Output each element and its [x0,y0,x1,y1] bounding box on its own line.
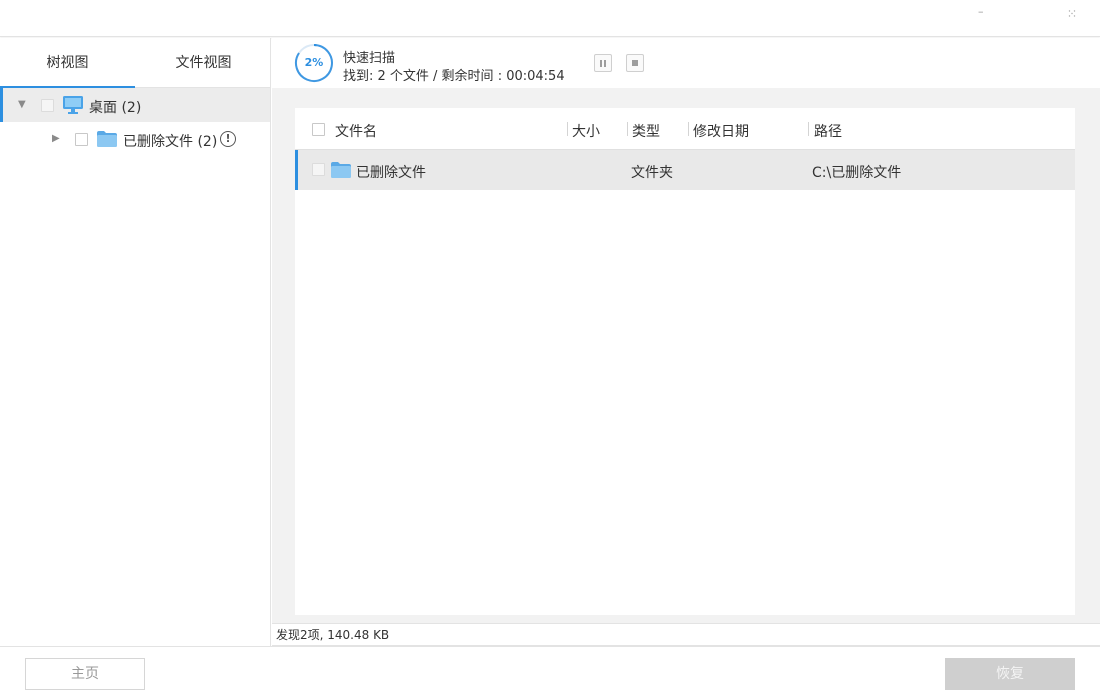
column-divider[interactable] [627,122,628,136]
status-text: 发现2项, 140.48 KB [276,628,390,642]
column-divider[interactable] [567,122,568,136]
title-bar: – [0,0,1100,37]
cell-name: 已删除文件 [356,165,426,181]
select-all-checkbox[interactable] [312,123,325,136]
column-divider[interactable] [688,122,689,136]
collapse-arrow-icon[interactable]: ▼ [18,99,26,110]
stop-icon [632,60,638,66]
column-path-header[interactable]: 路径 [814,121,842,141]
info-icon[interactable]: ! [220,131,236,147]
column-size-header[interactable]: 大小 [572,121,600,141]
pause-icon [600,60,602,67]
tree-item-deleted-files[interactable]: ▶ 已删除文件 (2) ! [0,122,270,156]
row-checkbox[interactable] [312,163,325,176]
expand-arrow-icon[interactable]: ▶ [52,133,60,144]
tree-label-deleted-files: 已删除文件 (2) [123,134,218,150]
progress-percent: 2% [304,56,324,69]
folder-icon [331,162,351,178]
column-type-header[interactable]: 类型 [632,121,660,141]
home-button[interactable]: 主页 [25,658,145,690]
close-button[interactable] [1068,9,1076,21]
close-icon [1068,10,1076,17]
file-table: 文件名 大小 类型 修改日期 路径 已删除文件 文件夹 C:\已删除文件 [295,108,1075,615]
column-date-header[interactable]: 修改日期 [693,121,749,141]
table-row[interactable]: 已删除文件 文件夹 C:\已删除文件 [295,150,1075,190]
scan-title: 快速扫描 [343,51,396,66]
table-header: 文件名 大小 类型 修改日期 路径 [295,108,1075,150]
stop-button[interactable] [626,54,644,72]
column-divider[interactable] [808,122,809,136]
tab-tree-view[interactable]: 树视图 [0,38,135,88]
tree-checkbox-deleted-files[interactable] [75,133,88,146]
view-tabs: 树视图 文件视图 [0,38,270,88]
monitor-icon [63,96,83,114]
footer-bar: 主页 恢复 [0,646,1100,700]
minimize-button[interactable]: – [978,6,984,18]
scan-header: 2% 快速扫描 找到: 2 个文件 / 剩余时间 : 00:04:54 [272,38,1100,88]
scan-info: 找到: 2 个文件 / 剩余时间 : 00:04:54 [343,69,565,84]
status-bar: 发现2项, 140.48 KB [272,623,1100,646]
column-name-header[interactable]: 文件名 [335,121,377,141]
tree-checkbox-desktop[interactable] [41,99,54,112]
cell-path: C:\已删除文件 [812,165,902,181]
tree-panel: 树视图 文件视图 ▼ 桌面 (2) ▶ 已删除文件 (2) ! [0,38,271,646]
pause-button[interactable] [594,54,612,72]
tab-file-view[interactable]: 文件视图 [136,38,271,88]
recover-button[interactable]: 恢复 [945,658,1075,690]
cell-type: 文件夹 [631,165,673,181]
tree-item-desktop[interactable]: ▼ 桌面 (2) [0,88,270,122]
folder-icon [97,131,117,147]
tree-label-desktop: 桌面 (2) [89,100,142,116]
